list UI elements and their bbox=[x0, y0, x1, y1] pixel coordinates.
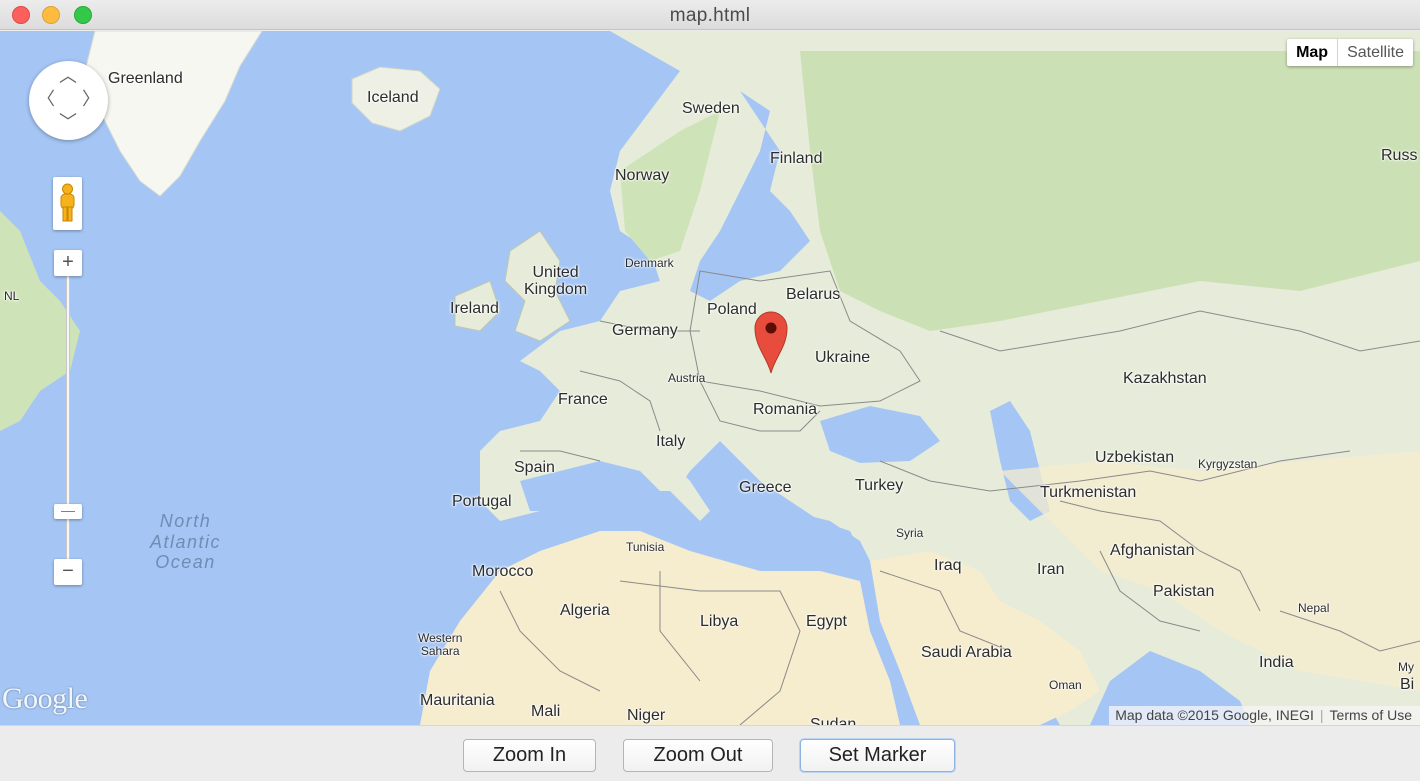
map-label-france: France bbox=[558, 391, 608, 408]
title-bar: map.html bbox=[0, 0, 1420, 30]
zoom-out-control[interactable]: − bbox=[54, 559, 82, 585]
zoom-in-control[interactable]: + bbox=[54, 250, 82, 276]
map-label-belarus: Belarus bbox=[786, 286, 841, 303]
map-label-sudan: Sudan bbox=[810, 716, 857, 725]
map-label-germany: Germany bbox=[612, 322, 678, 339]
map-label-niger: Niger bbox=[627, 707, 666, 724]
map-label-nl: NL bbox=[4, 289, 20, 303]
pan-control[interactable]: ︿ ﹀ 〈 〉 bbox=[29, 61, 108, 140]
map-label-ukraine: Ukraine bbox=[815, 349, 871, 366]
map-label-italy: Italy bbox=[656, 433, 686, 450]
map-label-romania: Romania bbox=[753, 401, 818, 418]
map-label-pakistan: Pakistan bbox=[1153, 583, 1215, 600]
map-label-uzbekistan: Uzbekistan bbox=[1095, 449, 1175, 466]
bottom-toolbar: Zoom In Zoom Out Set Marker bbox=[0, 725, 1420, 781]
map-label-algeria: Algeria bbox=[560, 602, 610, 619]
ocean-label: North Atlantic Ocean bbox=[150, 511, 222, 573]
terms-of-use-link[interactable]: Terms of Use bbox=[1330, 707, 1412, 723]
map-label-my: My bbox=[1398, 660, 1414, 674]
map-label-morocco: Morocco bbox=[472, 563, 534, 580]
google-logo[interactable]: Google bbox=[2, 682, 88, 716]
window-title: map.html bbox=[669, 5, 751, 26]
street-view-pegman[interactable] bbox=[53, 177, 82, 230]
pegman-icon bbox=[60, 183, 75, 222]
pan-right-icon[interactable]: 〉 bbox=[82, 90, 100, 108]
zoom-in-button[interactable]: Zoom In bbox=[463, 739, 596, 772]
map-label-iceland: Iceland bbox=[367, 89, 419, 106]
zoom-out-button[interactable]: Zoom Out bbox=[623, 739, 773, 772]
map-type-satellite-button[interactable]: Satellite bbox=[1338, 39, 1413, 66]
attribution-text: Map data ©2015 Google, INEGI bbox=[1115, 707, 1314, 723]
map-label-portugal: Portugal bbox=[452, 493, 512, 510]
map-label-india: India bbox=[1259, 654, 1294, 671]
map-label-austria: Austria bbox=[668, 371, 706, 385]
map-label-sweden: Sweden bbox=[682, 100, 740, 117]
map-label-mali: Mali bbox=[531, 703, 561, 720]
map-label-spain: Spain bbox=[514, 459, 555, 476]
zoom-slider-handle[interactable]: — bbox=[54, 503, 82, 519]
map-attribution: Map data ©2015 Google, INEGI | Terms of Us… bbox=[1109, 706, 1420, 725]
map-label-denmark: Denmark bbox=[625, 256, 674, 270]
pan-down-icon[interactable]: ﹀ bbox=[59, 113, 77, 131]
map-label-greece: Greece bbox=[739, 479, 792, 496]
map-marker-pin[interactable] bbox=[754, 311, 788, 374]
map-label-turkey: Turkey bbox=[855, 477, 904, 494]
map-label-syria: Syria bbox=[896, 526, 924, 540]
app-window: map.html Greenland Iceland Sweden Finlan… bbox=[0, 0, 1420, 781]
map-label-saudi-arabia: Saudi Arabia bbox=[921, 644, 1012, 661]
map-label-bi: Bi bbox=[1400, 676, 1415, 693]
map-label-poland: Poland bbox=[707, 301, 757, 318]
map-label-western-sahara: Western Sahara bbox=[418, 631, 463, 658]
map-label-norway: Norway bbox=[615, 167, 670, 184]
map-label-greenland: Greenland bbox=[108, 70, 183, 87]
map-label-libya: Libya bbox=[700, 613, 739, 630]
map-label-oman: Oman bbox=[1049, 678, 1082, 692]
map-label-iran: Iran bbox=[1037, 561, 1065, 578]
map-view[interactable]: Greenland Iceland Sweden Finland Norway … bbox=[0, 31, 1420, 725]
map-label-kazakhstan: Kazakhstan bbox=[1123, 370, 1207, 387]
pan-left-icon[interactable]: 〈 bbox=[37, 90, 55, 108]
map-label-nepal: Nepal bbox=[1298, 601, 1330, 615]
map-label-kyrgyzstan: Kyrgyzstan bbox=[1198, 457, 1258, 471]
map-label-russia: Russ bbox=[1381, 147, 1418, 164]
map-label-finland: Finland bbox=[770, 150, 823, 167]
map-label-tunisia: Tunisia bbox=[626, 540, 665, 554]
map-label-mauritania: Mauritania bbox=[420, 692, 495, 709]
map-label-egypt: Egypt bbox=[806, 613, 847, 630]
map-label-iraq: Iraq bbox=[934, 557, 962, 574]
map-label-turkmenistan: Turkmenistan bbox=[1040, 484, 1137, 501]
pan-up-icon[interactable]: ︿ bbox=[59, 67, 77, 85]
map-type-map-button[interactable]: Map bbox=[1287, 39, 1339, 66]
map-label-ireland: Ireland bbox=[450, 300, 499, 317]
set-marker-button[interactable]: Set Marker bbox=[800, 739, 955, 772]
map-label-afghanistan: Afghanistan bbox=[1110, 542, 1195, 559]
map-type-control: Map Satellite bbox=[1287, 39, 1413, 66]
map-label-united-kingdom: United Kingdom bbox=[524, 264, 588, 298]
